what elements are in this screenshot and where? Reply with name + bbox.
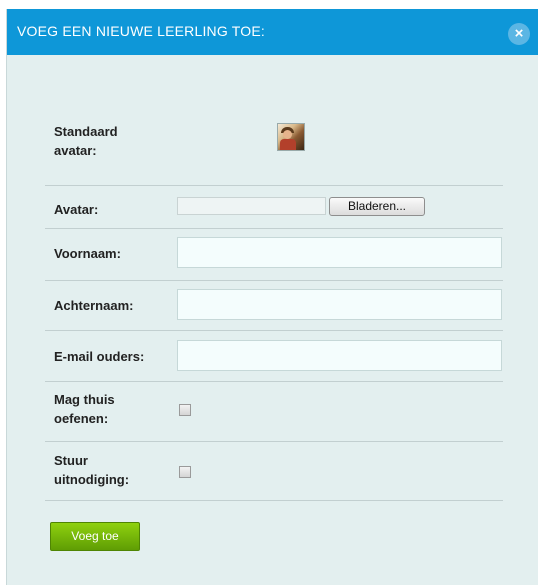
divider [45,441,503,442]
first-name-field[interactable] [177,237,502,268]
practice-home-label: Mag thuis oefenen: [54,392,115,426]
default-avatar-label: Standaard avatar: [54,124,118,158]
divider [45,330,503,331]
parent-email-label: E-mail ouders: [54,349,145,364]
divider [45,381,503,382]
practice-home-checkbox[interactable] [179,404,191,416]
last-name-label: Achternaam: [54,298,134,313]
add-button[interactable]: Voeg toe [50,522,140,551]
first-name-label: Voornaam: [54,246,121,261]
dialog-titlebar: VOEG EEN NIEUWE LEERLING TOE: × [7,9,538,55]
avatar-face [283,130,292,139]
avatar-shirt [280,139,296,150]
divider [45,185,503,186]
send-invite-label: Stuur uitnodiging: [54,453,130,487]
avatar-file-input[interactable] [177,197,326,215]
send-invite-checkbox[interactable] [179,466,191,478]
last-name-field[interactable] [177,289,502,320]
default-avatar-image [277,123,305,151]
parent-email-field[interactable] [177,340,502,371]
browse-button[interactable]: Bladeren... [329,197,425,216]
divider [45,280,503,281]
close-icon[interactable]: × [508,23,530,45]
add-student-dialog: VOEG EEN NIEUWE LEERLING TOE: × Standaar… [6,9,538,585]
divider [45,228,503,229]
avatar-label: Avatar: [54,202,99,217]
dialog-title: VOEG EEN NIEUWE LEERLING TOE: [17,23,266,39]
divider [45,500,503,501]
